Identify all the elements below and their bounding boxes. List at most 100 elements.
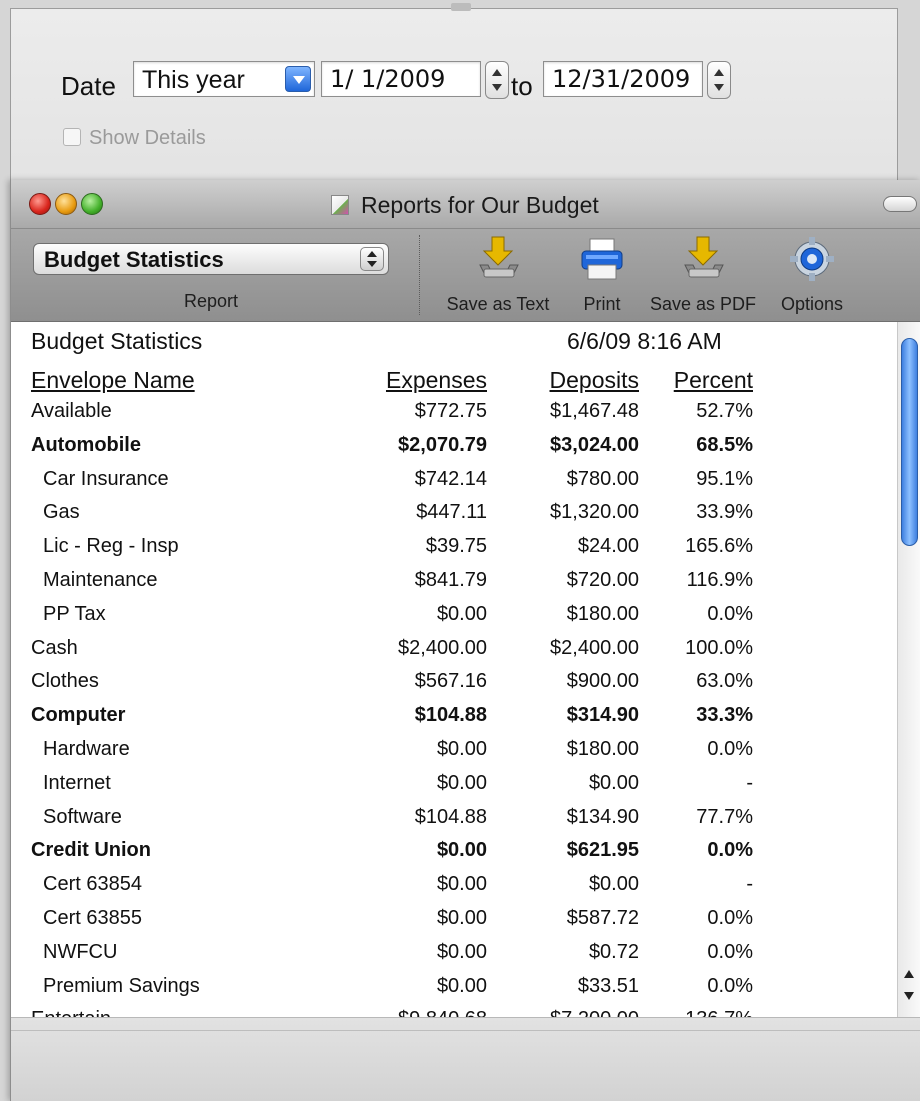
expenses-cell: $0.00 <box>436 602 487 625</box>
expenses-cell: $0.00 <box>436 873 487 896</box>
start-date-stepper[interactable] <box>485 61 509 99</box>
expenses-cell: $0.00 <box>436 940 487 963</box>
printer-icon <box>567 235 637 288</box>
divider <box>11 1030 920 1031</box>
deposits-cell: $180.00 <box>566 738 639 760</box>
options-button[interactable]: Options <box>767 235 857 315</box>
envelope-name-cell: Gas <box>43 501 80 524</box>
expenses-cell: $0.00 <box>436 738 487 760</box>
zoom-button[interactable] <box>81 193 103 215</box>
print-button[interactable]: Print <box>567 235 637 315</box>
vertical-scrollbar[interactable] <box>897 322 920 1017</box>
expenses-cell: $0.00 <box>436 771 487 794</box>
close-button[interactable] <box>29 193 51 215</box>
deposits-cell: $33.51 <box>577 974 639 997</box>
percent-cell: 0.0% <box>707 839 753 862</box>
percent-cell: 0.0% <box>707 974 753 997</box>
end-date-stepper[interactable] <box>707 61 731 99</box>
report-timestamp: 6/6/09 8:16 AM <box>567 328 722 354</box>
envelope-name-cell: Maintenance <box>43 569 158 591</box>
percent-cell: 0.0% <box>707 907 753 929</box>
scrollbar-thumb[interactable] <box>901 338 918 546</box>
envelope-name-cell: Lic - Reg - Insp <box>43 535 179 558</box>
expenses-cell: $39.75 <box>425 535 487 558</box>
window-title-text: Reports for Our Budget <box>361 192 599 218</box>
deposits-cell: $2,400.00 <box>550 636 639 659</box>
chevron-down-icon[interactable] <box>285 66 311 92</box>
deposits-cell: $314.90 <box>566 704 639 727</box>
report-select-value: Budget Statistics <box>44 247 224 272</box>
percent-cell: - <box>746 771 753 794</box>
report-window: Reports for Our Budget Budget Statistics… <box>10 180 920 1101</box>
toolbar-toggle-button[interactable] <box>883 196 917 212</box>
window-title: Reports for Our Budget <box>331 192 599 219</box>
date-label: Date <box>61 71 116 101</box>
up-down-arrows-icon[interactable] <box>360 247 384 271</box>
percent-cell: 33.3% <box>696 704 753 727</box>
date-panel: Date This year 1/ 1/2009 to 12/31/2009 S… <box>10 3 898 208</box>
scroll-down-arrow-icon[interactable] <box>904 992 914 1000</box>
percent-cell: 52.7% <box>696 400 753 422</box>
expenses-cell: $0.00 <box>436 974 487 997</box>
percent-cell: 0.0% <box>707 940 753 963</box>
scroll-up-arrow-icon[interactable] <box>904 970 914 978</box>
date-range-select[interactable]: This year <box>133 61 315 97</box>
options-label: Options <box>780 294 844 314</box>
expenses-cell: $9,840.68 <box>398 1008 487 1017</box>
expenses-cell: $2,070.79 <box>398 433 487 456</box>
envelope-name-cell: PP Tax <box>43 602 106 625</box>
window-bottom-bar <box>11 1017 920 1101</box>
report-label: Report <box>183 291 239 311</box>
deposits-cell: $621.95 <box>566 839 639 862</box>
percent-cell: - <box>746 873 753 896</box>
download-arrow-icon <box>645 235 761 288</box>
percent-cell: 77.7% <box>696 805 753 828</box>
envelope-name-cell: Credit Union <box>31 839 151 862</box>
end-date-field[interactable]: 12/31/2009 <box>543 61 703 97</box>
deposits-cell: $0.72 <box>588 940 639 963</box>
toolbar: Budget Statistics Report Save as Text Pr… <box>11 229 920 322</box>
save-as-text-button[interactable]: Save as Text <box>435 235 561 315</box>
expenses-cell: $104.88 <box>414 704 487 727</box>
title-bar[interactable]: Reports for Our Budget <box>11 180 920 229</box>
percent-cell: 68.5% <box>696 433 753 456</box>
expenses-cell: $567.16 <box>414 670 487 693</box>
expenses-cell: $841.79 <box>414 569 487 591</box>
save-as-text-label: Save as Text <box>446 294 550 314</box>
envelope-name-cell: Software <box>43 805 122 828</box>
save-as-pdf-button[interactable]: Save as PDF <box>645 235 761 315</box>
envelope-name-cell: Premium Savings <box>43 974 200 997</box>
envelope-name-cell: NWFCU <box>43 940 118 963</box>
document-icon <box>331 195 349 215</box>
envelope-name-cell: Hardware <box>43 738 130 760</box>
expenses-cell: $0.00 <box>436 839 487 862</box>
envelope-name-cell: Cert 63854 <box>43 873 142 896</box>
deposits-cell: $24.00 <box>577 535 639 558</box>
expenses-cell: $447.11 <box>416 501 487 524</box>
download-arrow-icon <box>435 235 561 288</box>
deposits-cell: $720.00 <box>566 569 639 591</box>
envelope-name-cell: Car Insurance <box>43 467 169 490</box>
expenses-cell: $104.88 <box>414 805 487 828</box>
report-title: Budget Statistics <box>31 328 203 354</box>
show-details-checkbox[interactable]: Show Details <box>63 127 206 150</box>
start-date-field[interactable]: 1/ 1/2009 <box>321 61 481 97</box>
expenses-cell: $2,400.00 <box>398 636 487 659</box>
percent-cell: 116.9% <box>686 569 753 591</box>
deposits-cell: $3,024.00 <box>550 433 639 456</box>
toolbar-separator <box>419 235 420 315</box>
sheet-grab-handle <box>451 3 471 11</box>
report-select[interactable]: Budget Statistics <box>33 243 389 275</box>
percent-cell: 136.7% <box>685 1008 753 1017</box>
print-label: Print <box>583 294 621 314</box>
expenses-cell: $772.75 <box>414 400 487 422</box>
checkbox-icon[interactable] <box>63 128 81 146</box>
minimize-button[interactable] <box>55 193 77 215</box>
to-label: to <box>511 71 533 101</box>
expenses-cell: $742.14 <box>414 467 487 490</box>
column-header-envelope-name: Envelope Name <box>31 367 195 393</box>
deposits-cell: $0.00 <box>588 771 639 794</box>
percent-cell: 63.0% <box>696 670 753 693</box>
envelope-name-cell: Automobile <box>31 433 141 456</box>
deposits-cell: $7,200.00 <box>550 1008 639 1017</box>
